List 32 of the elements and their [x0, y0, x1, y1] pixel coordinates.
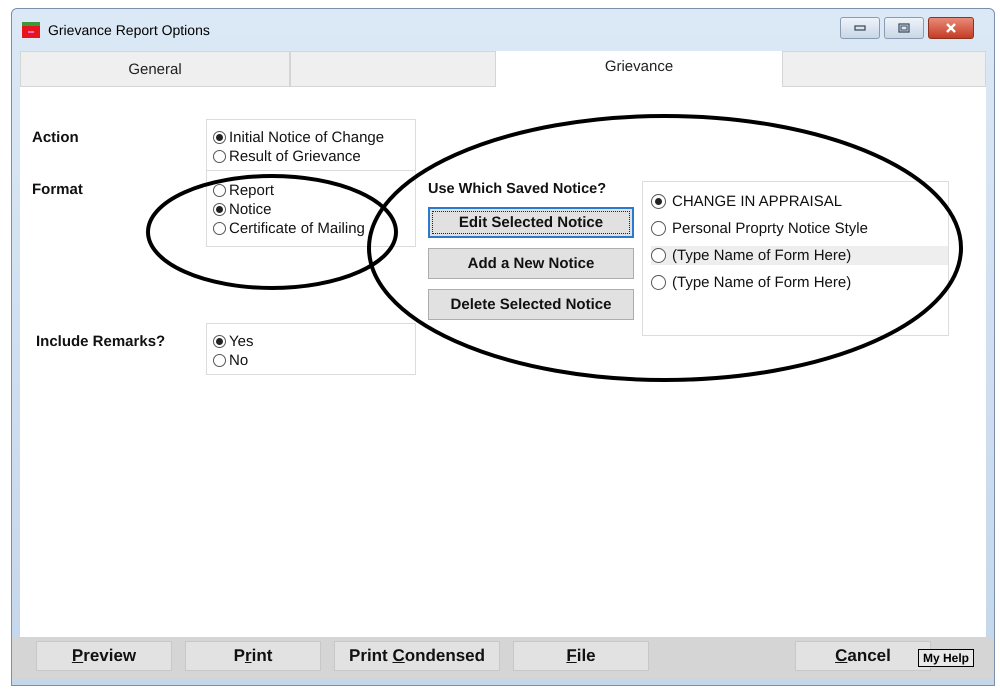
- radio-option[interactable]: CHANGE IN APPRAISAL: [651, 192, 942, 211]
- action-button[interactable]: File: [513, 641, 649, 671]
- minimize-icon: [854, 25, 866, 31]
- app-icon: [22, 22, 40, 38]
- radio-option[interactable]: Notice: [213, 200, 415, 219]
- radio-option[interactable]: No: [213, 351, 415, 370]
- notice-button[interactable]: Edit Selected Notice: [428, 207, 634, 238]
- window-title: Grievance Report Options: [48, 22, 210, 38]
- restore-icon: [898, 23, 910, 33]
- radio-option[interactable]: Personal Proprty Notice Style: [651, 219, 942, 238]
- saved-notice-label: Use Which Saved Notice?: [428, 181, 608, 197]
- format-label: Format: [31, 180, 84, 200]
- close-button[interactable]: [928, 17, 974, 39]
- action-button[interactable]: Preview: [36, 641, 172, 671]
- notice-button[interactable]: Delete Selected Notice: [428, 289, 634, 320]
- radio-option[interactable]: Result of Grievance: [213, 147, 415, 166]
- radio-option[interactable]: (Type Name of Form Here): [651, 273, 942, 292]
- radio-option[interactable]: Yes: [213, 332, 415, 351]
- include-remarks-label: Include Remarks?: [35, 332, 166, 352]
- notice-button[interactable]: Add a New Notice: [428, 248, 634, 279]
- radio-option[interactable]: Initial Notice of Change: [213, 128, 415, 147]
- action-label: Action: [31, 128, 80, 148]
- radio-option[interactable]: Certificate of Mailing: [213, 219, 415, 238]
- radio-option[interactable]: Report: [213, 181, 415, 200]
- action-button[interactable]: Print: [185, 641, 321, 671]
- maximize-button[interactable]: [884, 17, 924, 39]
- tab[interactable]: General: [20, 51, 290, 87]
- minimize-button[interactable]: [840, 17, 880, 39]
- radio-option[interactable]: (Type Name of Form Here): [651, 246, 948, 265]
- help-button[interactable]: My Help: [918, 649, 974, 667]
- close-icon: [945, 23, 957, 33]
- action-button[interactable]: Print Condensed: [334, 641, 500, 671]
